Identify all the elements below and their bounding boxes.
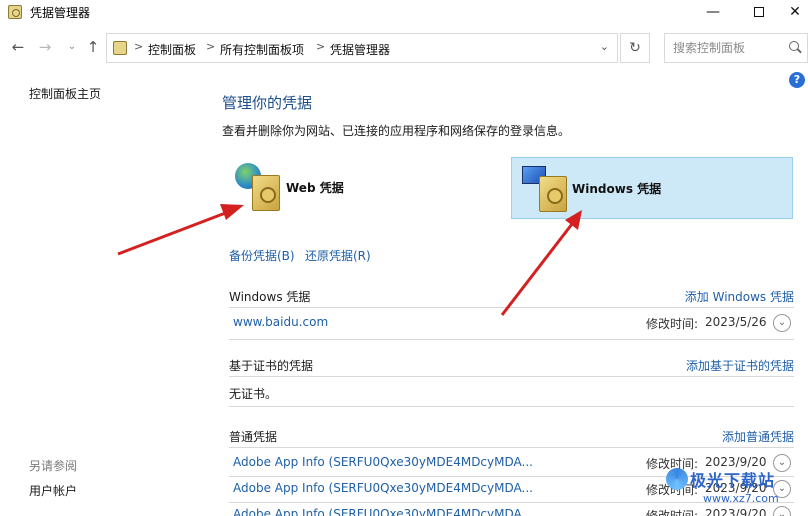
watermark-logo-icon — [666, 468, 688, 490]
watermark-url: www.xz7.com — [703, 492, 779, 505]
annotation-overlay — [117, 204, 582, 316]
watermark-text: 极光下载站 — [690, 471, 776, 490]
annotation-arrow-windows — [500, 210, 582, 316]
annotation-arrow-web — [117, 204, 244, 256]
